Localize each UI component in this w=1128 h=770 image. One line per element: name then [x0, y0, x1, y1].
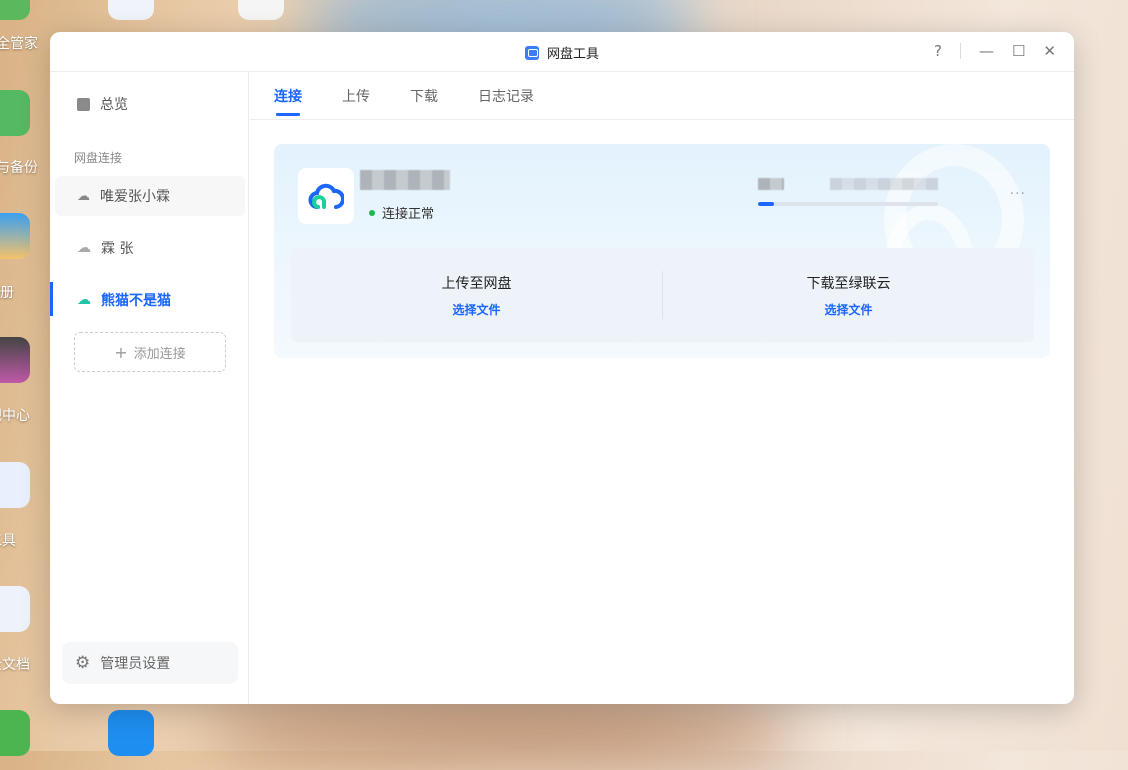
desktop-app-label: 与备份 — [0, 160, 38, 176]
divider — [959, 43, 961, 59]
desktop-app-label: 全管家 — [0, 36, 38, 52]
main-content: 连接 上传 下载 日志记录 连接正常 ··· 上传至网盘 选择文件 下载至绿联云… — [250, 72, 1074, 704]
help-button[interactable]: ? — [934, 42, 942, 60]
photos-app-icon[interactable] — [0, 213, 30, 259]
section-label: 网盘连接 — [74, 151, 123, 165]
netdisk-app-icon — [524, 45, 539, 60]
sidebar-item-connection[interactable]: ☁ 霖 张 — [55, 228, 245, 268]
sidebar-item-connection-active[interactable]: ☁ 熊猫不是猫 — [55, 280, 245, 320]
chart-icon — [77, 97, 90, 111]
download-title: 下载至绿联云 — [806, 276, 891, 292]
status-text: 连接正常 — [382, 207, 435, 222]
upload-select-file-link[interactable]: 选择文件 — [291, 301, 662, 318]
storage-progress-fill — [758, 202, 775, 206]
tab-upload[interactable]: 上传 — [342, 72, 370, 120]
video-app-icon[interactable] — [0, 337, 30, 383]
ugreen-cloud-icon: ☁ — [77, 292, 91, 308]
cloud-cluster-icon: ☁ — [77, 188, 90, 204]
admin-settings-label: 管理员设置 — [100, 656, 171, 672]
connection-status: 连接正常 — [369, 203, 434, 222]
desktop-app-label: 工具 — [0, 533, 16, 549]
sidebar-item-label: 唯爱张小霖 — [100, 189, 170, 205]
add-connection-label: 添加连接 — [133, 346, 186, 362]
redacted-total-space — [830, 178, 938, 190]
download-select-file-link[interactable]: 选择文件 — [663, 301, 1034, 318]
sidebar-item-label: 总览 — [100, 97, 128, 113]
redacted-account-name — [360, 170, 450, 190]
cloud-icon: ☁ — [77, 240, 91, 256]
netdisk-tool-window: 网盘工具 ? — ☐ ✕ 总览 网盘连接 ☁ 唯爱张小霖 ☁ 霖 张 ☁ 熊猫不… — [50, 32, 1074, 704]
ugreen-cloud-logo — [298, 168, 354, 224]
sidebar-item-overview[interactable]: 总览 — [55, 84, 245, 124]
download-app-icon[interactable] — [0, 710, 30, 756]
backup-app-icon[interactable] — [0, 90, 30, 136]
upload-panel: 上传至网盘 选择文件 — [291, 248, 662, 342]
more-options-icon[interactable]: ··· — [1010, 186, 1026, 202]
desktop-app-label: 视中心 — [0, 408, 30, 424]
tab-logs[interactable]: 日志记录 — [478, 72, 534, 120]
upload-title: 上传至网盘 — [441, 276, 512, 292]
search-app-icon[interactable] — [108, 710, 154, 756]
netdisk-app-icon[interactable] — [0, 462, 30, 508]
redacted-used-space — [758, 178, 784, 190]
connection-card: 连接正常 ··· 上传至网盘 选择文件 下载至绿联云 选择文件 — [274, 144, 1050, 358]
tab-bar: 连接 上传 下载 日志记录 — [250, 72, 1074, 120]
status-dot-icon — [369, 209, 375, 216]
download-panel: 下载至绿联云 选择文件 — [663, 248, 1034, 342]
sidebar: 总览 网盘连接 ☁ 唯爱张小霖 ☁ 霖 张 ☁ 熊猫不是猫 + 添加连接 ⚙ 管… — [50, 72, 249, 704]
add-connection-button[interactable]: + 添加连接 — [74, 332, 226, 372]
desktop-app-label: 云文档 — [0, 657, 30, 673]
plus-icon: + — [114, 342, 128, 362]
maximize-button[interactable]: ☐ — [1012, 42, 1025, 60]
desktop-app-label: 相册 — [0, 285, 14, 301]
title-bar[interactable]: 网盘工具 ? — ☐ ✕ — [50, 32, 1074, 72]
cloud-logo-icon — [308, 183, 344, 209]
close-button[interactable]: ✕ — [1043, 42, 1056, 60]
sidebar-item-label: 霖 张 — [101, 241, 134, 257]
desktop-app-icon[interactable] — [108, 0, 154, 20]
docs-app-icon[interactable] — [0, 586, 30, 632]
admin-settings-button[interactable]: ⚙ 管理员设置 — [62, 642, 238, 684]
active-indicator — [50, 282, 53, 316]
sidebar-item-label: 熊猫不是猫 — [101, 293, 171, 309]
tab-connection[interactable]: 连接 — [274, 72, 302, 120]
sidebar-item-connection[interactable]: ☁ 唯爱张小霖 — [55, 176, 245, 216]
gear-icon: ⚙ — [75, 653, 91, 673]
tab-download[interactable]: 下载 — [410, 72, 438, 120]
minimize-button[interactable]: — — [979, 42, 994, 60]
storage-progress-bar — [758, 202, 938, 206]
window-title: 网盘工具 — [546, 47, 599, 62]
desktop-app-icon[interactable] — [238, 0, 284, 20]
transfer-actions: 上传至网盘 选择文件 下载至绿联云 选择文件 — [291, 248, 1034, 342]
desktop-app-icon[interactable] — [0, 0, 30, 20]
